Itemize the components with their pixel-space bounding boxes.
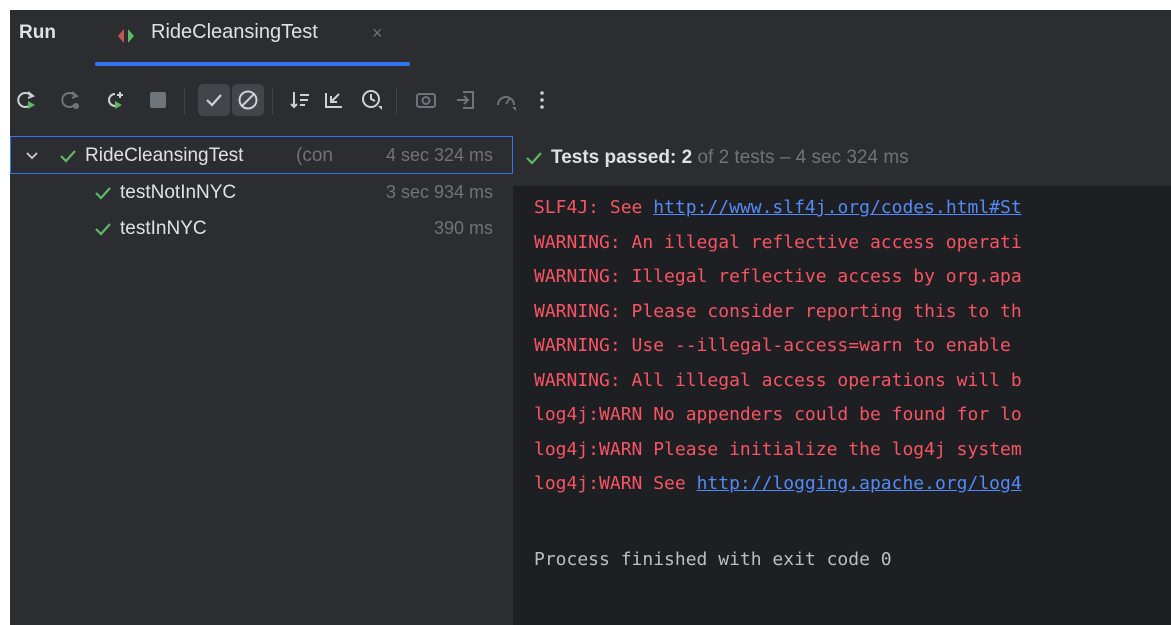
rerun-button[interactable] bbox=[10, 84, 42, 116]
show-ignored-button[interactable] bbox=[232, 84, 264, 116]
console-link[interactable]: http://www.slf4j.org/codes.html#St bbox=[653, 197, 1021, 218]
toolbar-separator bbox=[184, 88, 185, 114]
console-line: log4j:WARN See http://logging.apache.org… bbox=[534, 473, 1022, 494]
run-tab-bar: Run RideCleansingTest × bbox=[10, 10, 1171, 70]
status-label: Tests passed: bbox=[551, 147, 677, 168]
chevron-down-icon[interactable] bbox=[25, 149, 39, 163]
test-passed-icon bbox=[95, 187, 111, 200]
sort-alphabetically-button[interactable] bbox=[284, 84, 316, 116]
test-duration: 3 sec 934 ms bbox=[383, 182, 493, 203]
test-status-text: Tests passed: 2 of 2 tests – 4 sec 324 m… bbox=[551, 147, 909, 169]
collapse-all-button[interactable] bbox=[318, 84, 350, 116]
test-passed-icon bbox=[526, 152, 542, 165]
coverage-button[interactable] bbox=[490, 84, 522, 116]
more-options-icon bbox=[540, 91, 544, 109]
toolbar-separator bbox=[272, 88, 273, 114]
tab-title: RideCleansingTest bbox=[151, 21, 318, 43]
console-line-text: log4j:WARN See bbox=[534, 473, 697, 494]
console-line: WARNING: Please consider reporting this … bbox=[534, 301, 1022, 322]
run-config-icon bbox=[115, 25, 137, 52]
test-passed-icon bbox=[95, 223, 111, 236]
collapse-all-icon bbox=[325, 93, 342, 108]
console-line: WARNING: An illegal reflective access op… bbox=[534, 232, 1022, 253]
active-tab-indicator bbox=[95, 62, 410, 66]
test-duration: 4 sec 324 ms bbox=[383, 145, 493, 166]
console-line-text: SLF4J: See bbox=[534, 197, 654, 218]
coverage-icon bbox=[497, 96, 516, 111]
screenshot-button[interactable] bbox=[410, 84, 442, 116]
console-output[interactable]: Tests passed: 2 of 2 tests – 4 sec 324 m… bbox=[513, 134, 1171, 625]
console-line: SLF4J: See http://www.slf4j.org/codes.ht… bbox=[534, 197, 1022, 218]
tab-ride-cleansing-test[interactable]: RideCleansingTest × bbox=[95, 10, 410, 70]
sort-by-duration-icon bbox=[362, 90, 382, 110]
tree-node-test[interactable]: testInNYC 390 ms bbox=[10, 210, 513, 248]
tree-node-root[interactable]: RideCleansingTest (con 4 sec 324 ms bbox=[10, 136, 513, 174]
passed-count: 2 bbox=[681, 147, 693, 168]
tree-node-test[interactable]: testNotInNYC 3 sec 934 ms bbox=[10, 174, 513, 212]
show-passed-icon bbox=[206, 94, 222, 107]
tree-node-label: testInNYC bbox=[120, 218, 207, 239]
test-duration: 390 ms bbox=[431, 218, 493, 239]
toolbar-separator bbox=[396, 88, 397, 114]
stop-icon bbox=[150, 92, 166, 108]
rerun-failed-button[interactable] bbox=[54, 84, 86, 116]
tree-node-label: RideCleansingTest bbox=[85, 145, 244, 166]
run-tool-window: Run RideCleansingTest × RideCleansingTes… bbox=[10, 10, 1171, 625]
import-tests-button[interactable] bbox=[450, 84, 482, 116]
run-window-title: Run bbox=[19, 22, 56, 43]
sort-alphabetically-icon bbox=[290, 92, 309, 109]
show-passed-button[interactable] bbox=[198, 84, 230, 116]
rerun-icon bbox=[17, 91, 35, 109]
test-results-tree: RideCleansingTest (con 4 sec 324 ms test… bbox=[10, 134, 513, 625]
close-tab-icon[interactable]: × bbox=[372, 23, 383, 44]
show-ignored-icon bbox=[238, 90, 258, 110]
tree-node-label: testNotInNYC bbox=[120, 182, 237, 203]
sort-by-duration-button[interactable] bbox=[356, 84, 388, 116]
test-passed-icon bbox=[60, 150, 76, 163]
console-line: log4j:WARN Please initialize the log4j s… bbox=[534, 439, 1022, 460]
console-link[interactable]: http://logging.apache.org/log4 bbox=[697, 473, 1022, 494]
test-runner-toolbar bbox=[10, 76, 1171, 124]
import-tests-icon bbox=[457, 91, 474, 109]
test-status-header: Tests passed: 2 of 2 tests – 4 sec 324 m… bbox=[513, 134, 1171, 186]
screenshot-icon bbox=[416, 93, 436, 108]
process-exit-line: Process finished with exit code 0 bbox=[534, 549, 892, 570]
console-line: log4j:WARN No appenders could be found f… bbox=[534, 404, 1022, 425]
more-options-button[interactable] bbox=[526, 84, 558, 116]
console-line: WARNING: Illegal reflective access by or… bbox=[534, 266, 1022, 287]
console-line: WARNING: Use --illegal-access=warn to en… bbox=[534, 335, 1022, 356]
rerun-failed-icon bbox=[61, 91, 79, 109]
toggle-auto-test-button[interactable] bbox=[98, 84, 130, 116]
toggle-auto-test-icon bbox=[108, 92, 123, 109]
tree-node-config: (con bbox=[296, 145, 333, 166]
status-summary: of 2 tests – 4 sec 324 ms bbox=[697, 147, 909, 168]
stop-button[interactable] bbox=[142, 84, 174, 116]
console-line: WARNING: All illegal access operations w… bbox=[534, 370, 1022, 391]
